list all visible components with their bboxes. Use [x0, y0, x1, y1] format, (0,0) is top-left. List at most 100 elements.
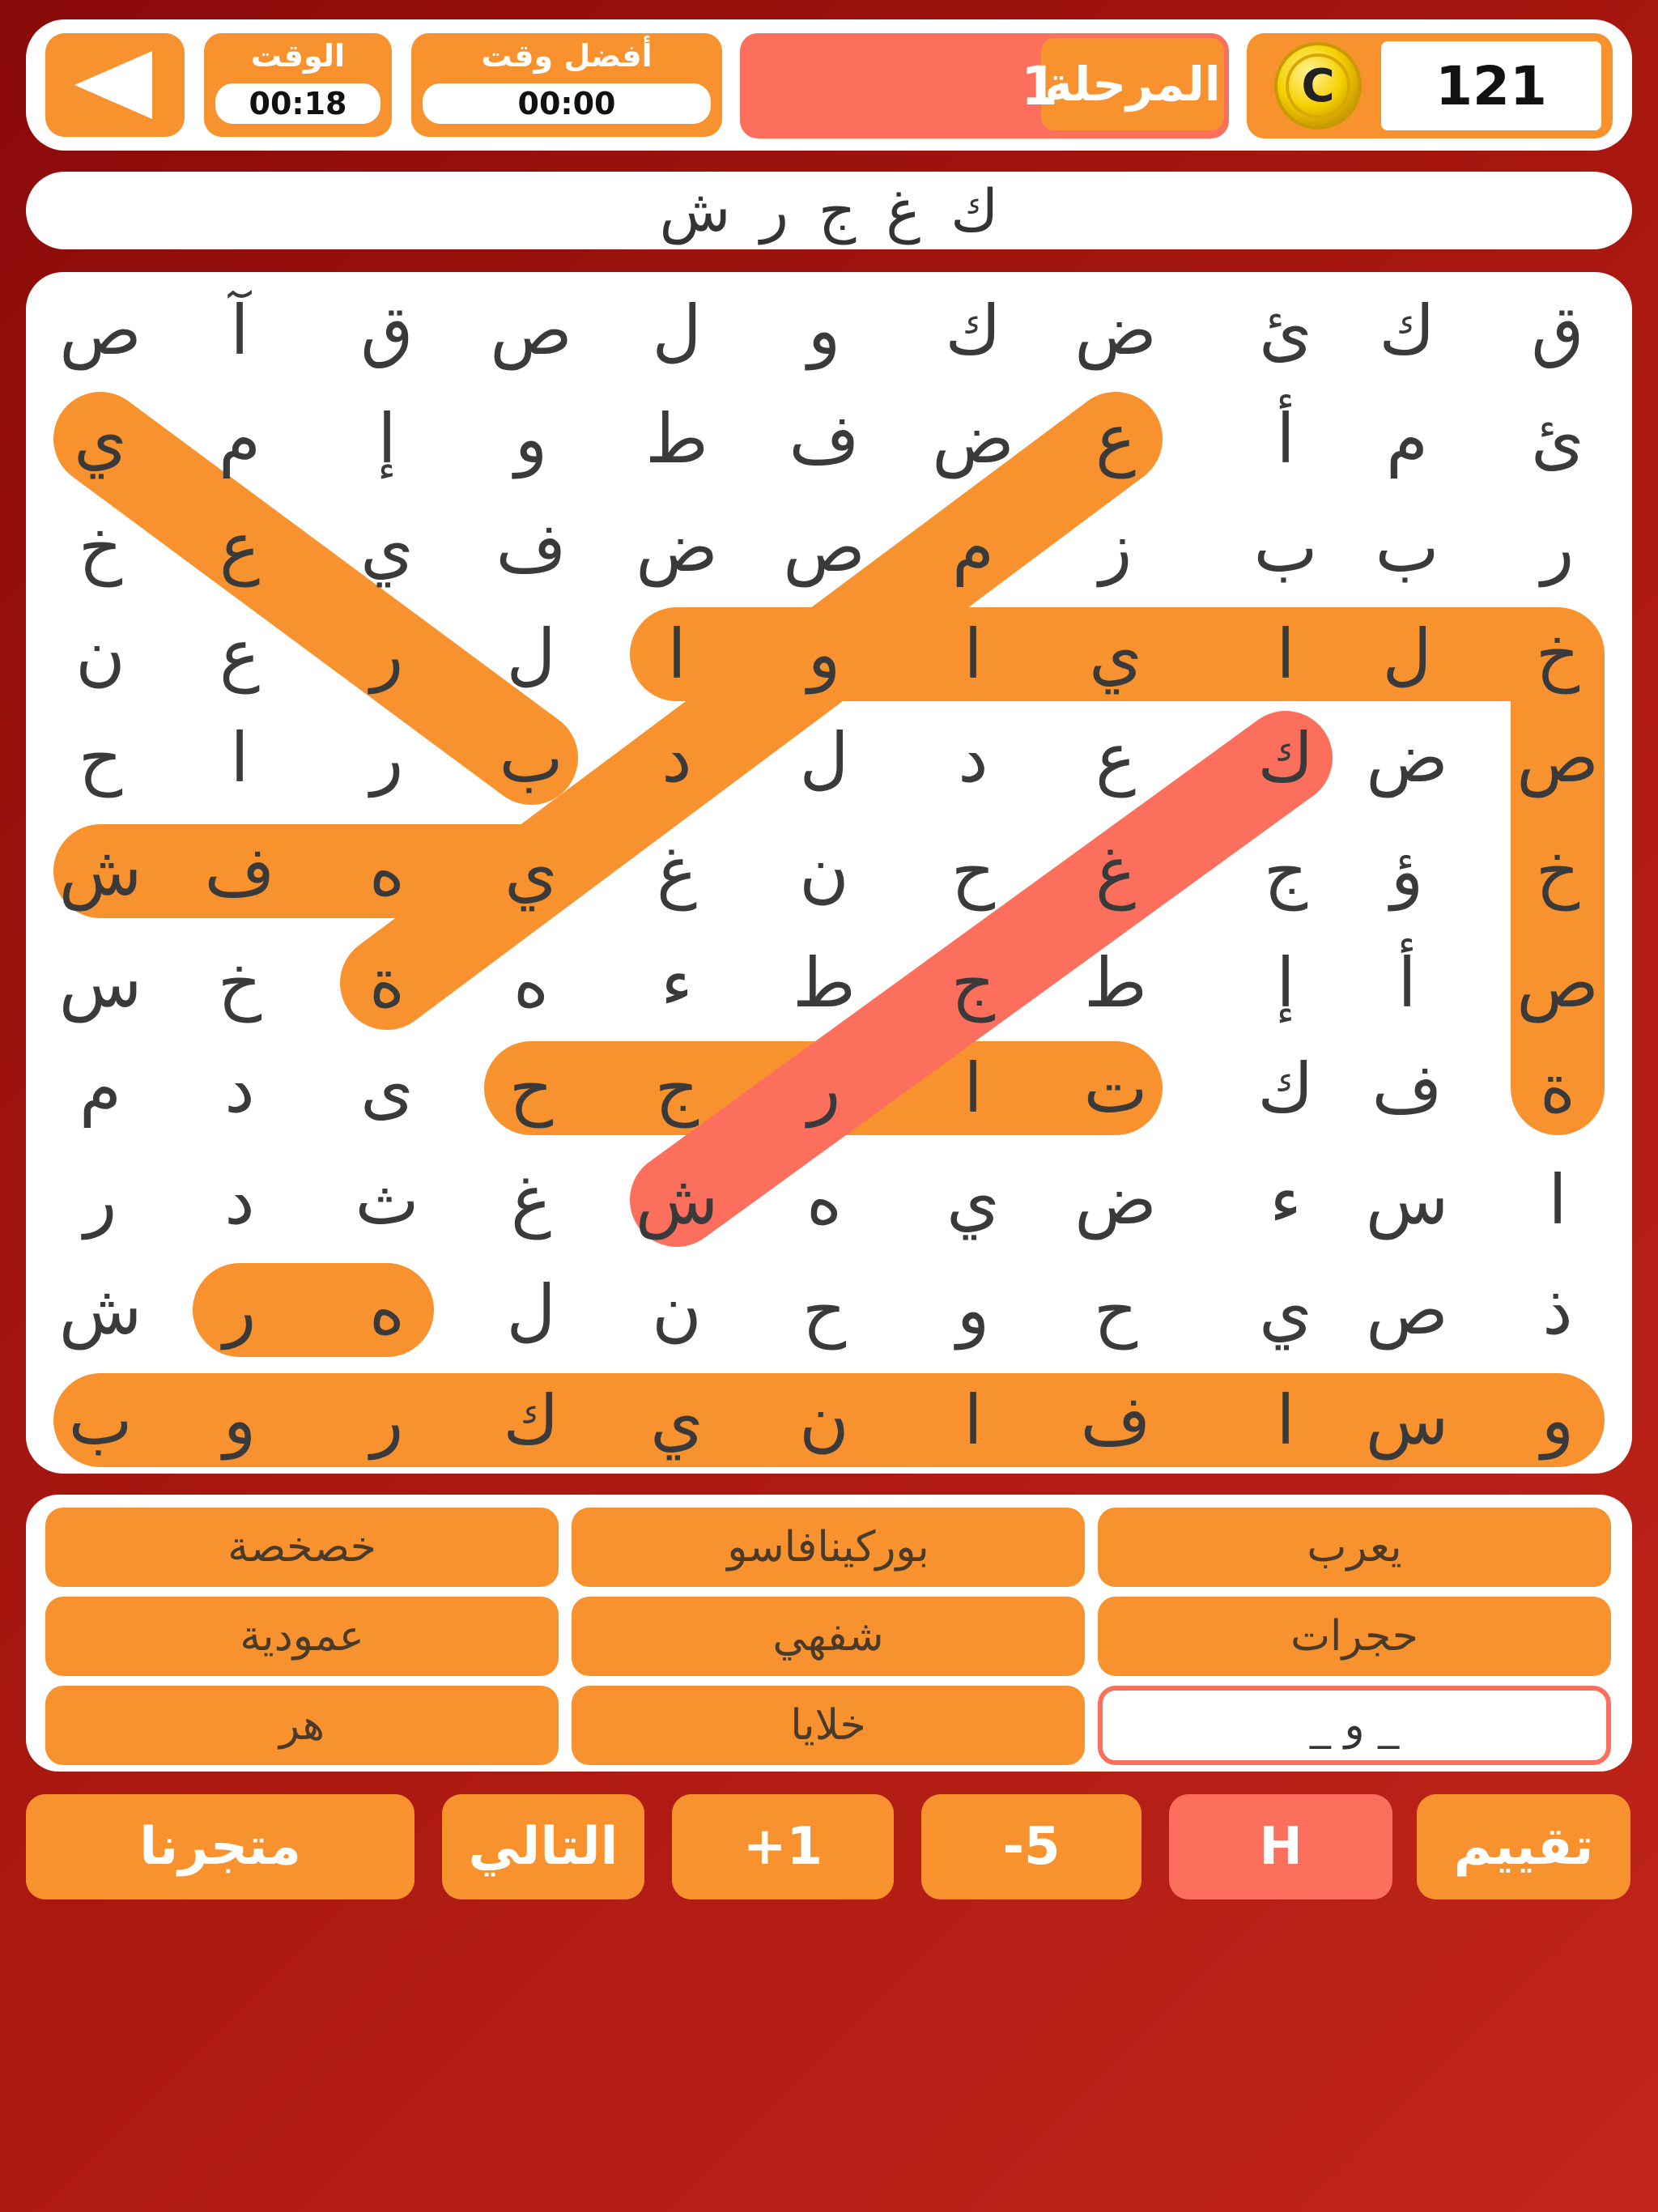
grid-cell[interactable]: ك [900, 277, 1046, 384]
grid-cell[interactable]: ط [604, 385, 750, 492]
grid-cell[interactable]: ف [1043, 1367, 1188, 1474]
grid-cell[interactable]: ر [314, 601, 460, 708]
grid-cell[interactable]: ب [1213, 494, 1358, 601]
hint-button[interactable]: H [1169, 1794, 1392, 1899]
grid-cell[interactable]: ق [314, 277, 460, 384]
grid-cell[interactable]: ل [751, 704, 897, 811]
grid-cell[interactable]: و [900, 1257, 1046, 1363]
grid-cell[interactable]: ه [751, 1146, 897, 1253]
grid-cell[interactable]: ا [900, 1367, 1046, 1474]
grid-cell[interactable]: ا [900, 1035, 1046, 1142]
grid-cell[interactable]: ي [314, 494, 460, 601]
grid-cell[interactable]: ء [1213, 1146, 1358, 1253]
grid-cell[interactable]: د [167, 1146, 312, 1253]
grid-cell[interactable]: ي [1213, 1257, 1358, 1363]
grid-cell[interactable]: ك [1213, 704, 1358, 811]
grid-cell[interactable]: ب [28, 1367, 173, 1474]
grid-cell[interactable]: و [167, 1367, 312, 1474]
grid-cell[interactable]: ح [28, 704, 173, 811]
grid-cell[interactable]: و [751, 277, 897, 384]
grid-cell[interactable]: ر [1485, 494, 1630, 601]
grid-cell[interactable]: ض [1043, 277, 1188, 384]
grid-cell[interactable]: ف [751, 385, 897, 492]
grid-cell[interactable]: خ [1485, 601, 1630, 708]
grid-cell[interactable]: ر [28, 1146, 173, 1253]
grid-cell[interactable]: ن [604, 1257, 750, 1363]
next-button[interactable]: التالي [442, 1794, 644, 1899]
grid-cell[interactable]: ز [1043, 494, 1188, 601]
grid-cell[interactable]: ه [458, 929, 604, 1036]
grid-cell[interactable]: د [900, 704, 1046, 811]
grid-cell[interactable]: ر [751, 1035, 897, 1142]
grid-cell[interactable]: غ [604, 818, 750, 925]
grid-cell[interactable]: ة [314, 929, 460, 1036]
grid-cell[interactable]: د [167, 1035, 312, 1142]
grid-cell[interactable]: ف [458, 494, 604, 601]
grid-cell[interactable]: ص [1485, 929, 1630, 1036]
grid-cell[interactable]: ح [900, 818, 1046, 925]
grid-cell[interactable]: إ [314, 385, 460, 492]
grid-cell[interactable]: و [1485, 1367, 1630, 1474]
grid-cell[interactable]: ث [314, 1146, 460, 1253]
grid-cell[interactable]: م [167, 385, 312, 492]
grid-cell[interactable]: خ [1485, 818, 1630, 925]
grid-cell[interactable]: ن [751, 1367, 897, 1474]
grid-cell[interactable]: خ [28, 494, 173, 601]
grid-cell[interactable]: غ [1043, 818, 1188, 925]
grid-cell[interactable]: ج [1213, 818, 1358, 925]
grid-cell[interactable]: ك [458, 1367, 604, 1474]
grid-cell[interactable]: ك [1213, 1035, 1358, 1142]
grid-cell[interactable]: ت [1043, 1035, 1188, 1142]
grid-cell[interactable]: و [458, 385, 604, 492]
grid-cell[interactable]: ص [458, 277, 604, 384]
grid-cell[interactable]: ض [604, 494, 750, 601]
grid-cell[interactable]: ب [458, 704, 604, 811]
grid-cell[interactable]: غ [458, 1146, 604, 1253]
grid-cell[interactable]: ج [900, 929, 1046, 1036]
grid-cell[interactable]: ل [458, 1257, 604, 1363]
grid-cell[interactable]: ع [167, 601, 312, 708]
grid-cell[interactable]: ع [167, 494, 312, 601]
grid-cell[interactable]: ئ [1213, 277, 1358, 384]
grid-cell[interactable]: ش [604, 1146, 750, 1253]
grid-cell[interactable]: ض [900, 385, 1046, 492]
plus1-button[interactable]: +1 [672, 1794, 894, 1899]
grid-cell[interactable]: آ [167, 277, 312, 384]
grid-cell[interactable]: ض [1043, 1146, 1188, 1253]
grid-cell[interactable]: ح [458, 1035, 604, 1142]
grid-cell[interactable]: د [604, 704, 750, 811]
back-button[interactable] [45, 33, 185, 137]
grid-cell[interactable]: ش [28, 1257, 173, 1363]
grid-cell[interactable]: ع [1043, 385, 1188, 492]
grid-cell[interactable]: ي [1043, 601, 1188, 708]
grid-cell[interactable]: خ [167, 929, 312, 1036]
grid-cell[interactable]: ن [751, 818, 897, 925]
grid-cell[interactable]: س [28, 929, 173, 1036]
rate-button[interactable]: تقييم [1417, 1794, 1630, 1899]
grid-cell[interactable]: ي [458, 818, 604, 925]
grid-cell[interactable]: ص [1485, 704, 1630, 811]
grid-cell[interactable]: إ [1213, 929, 1358, 1036]
grid-cell[interactable]: ا [1485, 1146, 1630, 1253]
grid-cell[interactable]: م [900, 494, 1046, 601]
grid-cell[interactable]: ي [900, 1146, 1046, 1253]
grid-cell[interactable]: ل [458, 601, 604, 708]
grid-cell[interactable]: ى [314, 1035, 460, 1142]
grid-cell[interactable]: م [28, 1035, 173, 1142]
store-button[interactable]: متجرنا [26, 1794, 414, 1899]
grid-cell[interactable]: أ [1213, 385, 1358, 492]
grid-cell[interactable]: و [751, 601, 897, 708]
grid-cell[interactable]: ر [314, 1367, 460, 1474]
grid-cell[interactable]: ف [167, 818, 312, 925]
grid-cell[interactable]: ا [900, 601, 1046, 708]
grid-cell[interactable]: ح [751, 1257, 897, 1363]
grid-cell[interactable]: ا [167, 704, 312, 811]
grid-cell[interactable]: ه [314, 1257, 460, 1363]
grid-cell[interactable]: ه [314, 818, 460, 925]
grid-cell[interactable]: ر [167, 1257, 312, 1363]
grid-cell[interactable]: ذ [1485, 1257, 1630, 1363]
grid-cell[interactable]: ل [604, 277, 750, 384]
grid-cell[interactable]: ص [751, 494, 897, 601]
grid-cell[interactable]: ش [28, 818, 173, 925]
grid-cell[interactable]: ي [604, 1367, 750, 1474]
